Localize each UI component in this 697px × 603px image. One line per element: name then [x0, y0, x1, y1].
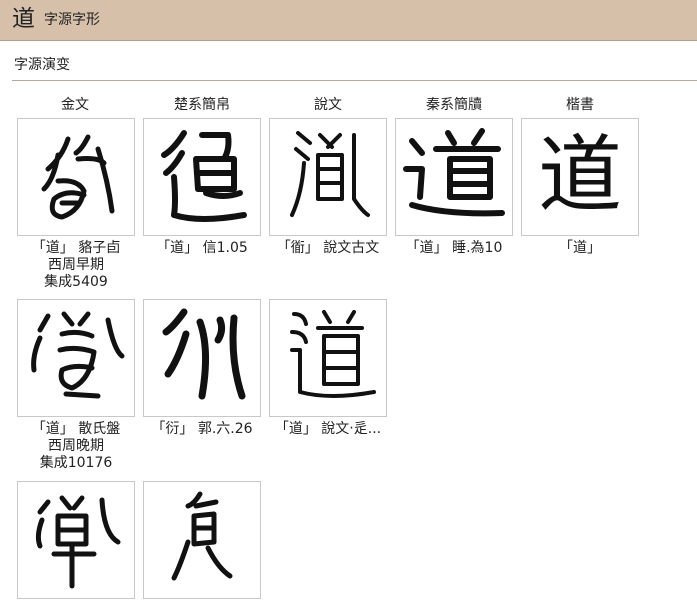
glyph-image[interactable]	[395, 118, 513, 236]
glyph-image[interactable]	[17, 299, 135, 417]
qin-dao-glyph	[403, 128, 505, 217]
glyph-image[interactable]	[269, 299, 387, 417]
column-header-qin-bamboo: 秦系簡牘	[426, 97, 482, 113]
chu-yan-glyph	[162, 308, 246, 400]
header-title: 字源字形	[44, 12, 100, 28]
glyph-image[interactable]	[17, 481, 135, 599]
glyph-image[interactable]	[143, 118, 261, 236]
page-header: 道 字源字形	[0, 0, 697, 41]
glyph-card[interactable]	[143, 481, 261, 603]
header-character: 道	[12, 6, 35, 32]
glyph-card[interactable]: 「道」 說文‧辵...	[269, 299, 387, 438]
glyph-caption: 「道」 散氏盤 西周晚期 集成10176	[31, 421, 121, 471]
chu-dao-glyph	[161, 130, 247, 222]
bronze-dao-glyph-3	[35, 495, 121, 589]
glyph-image[interactable]	[269, 118, 387, 236]
column-header-chu-bamboo: 楚系簡帛	[174, 97, 230, 113]
glyph-caption: 「道」	[559, 240, 601, 256]
section-title: 字源演变	[14, 57, 70, 73]
glyph-image[interactable]	[17, 118, 135, 236]
glyph-card[interactable]: 「道」 散氏盤 西周晚期 集成10176	[17, 299, 135, 472]
column-header-regular: 楷書	[566, 97, 594, 113]
glyph-card[interactable]: 「道」 貉子卣 西周早期 集成5409	[17, 118, 135, 291]
glyph-card[interactable]: 「衜」 說文古文	[269, 118, 387, 257]
glyph-caption: 「道」 信1.05	[156, 240, 248, 256]
shuowen-seal-dao-glyph	[290, 310, 376, 398]
glyph-card[interactable]: 道 「道」	[521, 118, 639, 257]
section-divider	[12, 80, 697, 81]
glyph-image[interactable]: 道	[521, 118, 639, 236]
glyph-image[interactable]	[143, 299, 261, 417]
glyph-card[interactable]: 「道」 睡.為10	[395, 118, 513, 257]
bronze-dao-glyph-2	[31, 311, 125, 399]
glyph-caption: 「衜」 說文古文	[276, 240, 380, 256]
glyph-caption: 「道」 睡.為10	[405, 240, 503, 256]
glyph-card[interactable]	[17, 481, 135, 603]
column-header-bronze: 金文	[61, 97, 89, 113]
glyph-caption: 「道」 說文‧辵...	[274, 421, 382, 437]
shuowen-dao-glyph	[290, 131, 370, 217]
bronze-dao-glyph	[41, 134, 115, 220]
glyph-image[interactable]	[143, 481, 261, 599]
glyph-card[interactable]: 「道」 信1.05	[143, 118, 261, 257]
chu-dao-glyph-2	[171, 491, 233, 581]
glyph-caption: 「道」 貉子卣 西周早期 集成5409	[31, 240, 121, 290]
regular-script-glyph: 道	[537, 126, 622, 224]
column-header-shuowen: 說文	[314, 97, 342, 113]
glyph-card[interactable]: 「衍」 郭.六.26	[143, 299, 261, 438]
glyph-caption: 「衍」 郭.六.26	[151, 421, 253, 437]
